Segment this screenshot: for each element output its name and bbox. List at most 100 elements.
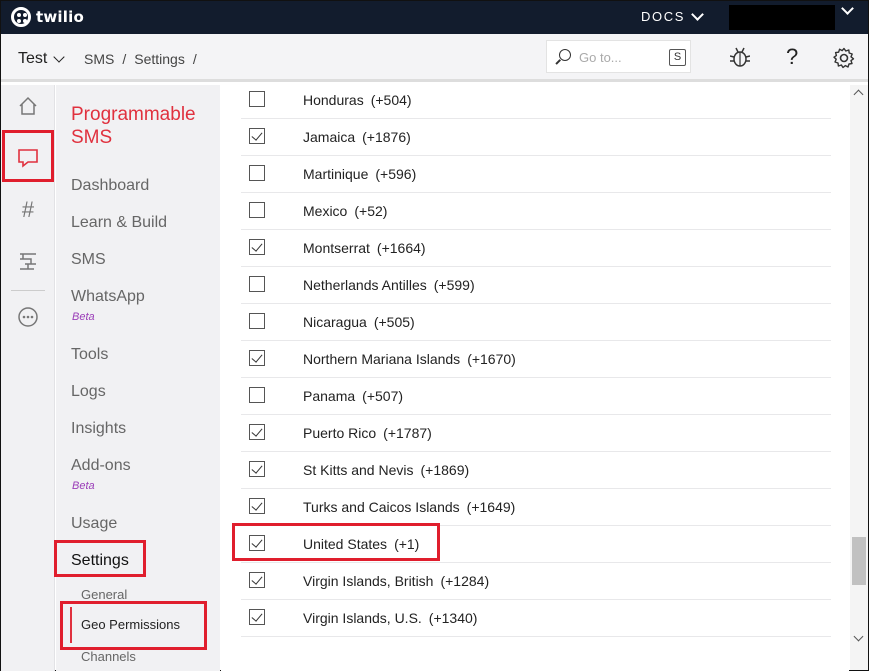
country-row[interactable]: Martinique (+596) — [241, 156, 831, 193]
country-checkbox[interactable] — [249, 461, 265, 477]
country-checkbox[interactable] — [249, 91, 265, 107]
menu-item-add-ons[interactable]: Add-ons — [71, 457, 131, 475]
country-row[interactable]: Puerto Rico (+1787) — [241, 415, 831, 452]
country-row[interactable]: Mexico (+52) — [241, 193, 831, 230]
home-icon[interactable] — [15, 93, 41, 119]
gear-icon[interactable] — [833, 47, 855, 69]
country-checkbox[interactable] — [249, 165, 265, 181]
country-name: Mexico — [303, 203, 348, 219]
breadcrumb-sms[interactable]: SMS — [84, 51, 114, 67]
country-checkbox[interactable] — [249, 572, 265, 588]
top-bar: twilio DOCS — [1, 1, 868, 34]
country-row[interactable]: Nicaragua (+505) — [241, 304, 831, 341]
search-shortcut-key: S — [669, 49, 686, 66]
country-row[interactable]: Jamaica (+1876) — [241, 119, 831, 156]
menu-item-dashboard[interactable]: Dashboard — [71, 177, 149, 195]
country-label: Martinique (+596) — [303, 166, 416, 182]
country-name: Montserrat — [303, 240, 370, 256]
chevron-down-icon — [53, 50, 66, 63]
country-code: (+507) — [362, 388, 404, 404]
breadcrumb-settings[interactable]: Settings — [134, 51, 185, 67]
logo-text: twilio — [36, 8, 84, 26]
twilio-logo[interactable]: twilio — [11, 7, 84, 27]
country-name: Jamaica — [303, 129, 356, 145]
project-name: Test — [18, 50, 48, 67]
country-checkbox[interactable] — [249, 239, 265, 255]
country-name: Netherlands Antilles — [303, 277, 427, 293]
help-icon[interactable]: ? — [786, 44, 798, 70]
country-label: Mexico (+52) — [303, 203, 387, 219]
submenu-item-channels[interactable]: Channels — [81, 649, 136, 664]
breadcrumb: SMS / Settings / — [84, 51, 197, 67]
country-checkbox[interactable] — [249, 424, 265, 440]
menu-item-insights[interactable]: Insights — [71, 420, 126, 438]
country-code: (+1869) — [420, 462, 470, 478]
country-checkbox[interactable] — [249, 387, 265, 403]
country-name: St Kitts and Nevis — [303, 462, 414, 478]
menu-item-tools[interactable]: Tools — [71, 346, 108, 364]
country-name: Turks and Caicos Islands — [303, 499, 460, 515]
country-code: (+505) — [373, 314, 415, 330]
country-row[interactable]: Panama (+507) — [241, 378, 831, 415]
country-row[interactable]: Honduras (+504) — [241, 85, 831, 119]
account-name-redacted[interactable] — [729, 5, 835, 30]
bug-icon[interactable] — [730, 47, 750, 69]
menu-item-learn-build[interactable]: Learn & Build — [71, 214, 167, 232]
country-row[interactable]: Turks and Caicos Islands (+1649) — [241, 489, 831, 526]
docs-menu[interactable]: DOCS — [641, 7, 704, 24]
country-code: (+1787) — [383, 425, 432, 441]
country-row[interactable]: Virgin Islands, British (+1284) — [241, 563, 831, 600]
country-label: Turks and Caicos Islands (+1649) — [303, 499, 515, 515]
country-code: (+1284) — [440, 573, 490, 589]
more-icon[interactable] — [15, 304, 41, 330]
country-code: (+1649) — [466, 499, 516, 515]
country-label: Jamaica (+1876) — [303, 129, 411, 145]
product-rail: # — [1, 85, 55, 671]
menu-item-logs[interactable]: Logs — [71, 383, 106, 401]
beta-badge: Beta — [72, 480, 95, 492]
project-switcher[interactable]: Test — [18, 50, 66, 68]
scroll-up-icon[interactable] — [853, 89, 864, 100]
account-chevron-down-icon[interactable] — [841, 2, 854, 15]
goto-search[interactable]: S — [546, 40, 691, 73]
sms-rail-highlight — [2, 130, 54, 182]
sub-header: Test SMS / Settings / S ? — [1, 34, 868, 82]
menu-item-sms[interactable]: SMS — [71, 251, 106, 269]
country-name: Nicaragua — [303, 314, 367, 330]
hash-icon[interactable]: # — [15, 197, 41, 223]
breadcrumb-separator: / — [122, 51, 127, 67]
breadcrumb-separator: / — [192, 51, 197, 67]
country-label: Northern Mariana Islands (+1670) — [303, 351, 516, 367]
country-row[interactable]: Netherlands Antilles (+599) — [241, 267, 831, 304]
country-checkbox[interactable] — [249, 609, 265, 625]
country-label: Montserrat (+1664) — [303, 240, 426, 256]
country-checkbox[interactable] — [249, 202, 265, 218]
country-code: (+1670) — [467, 351, 516, 367]
country-checkbox[interactable] — [249, 498, 265, 514]
country-checkbox[interactable] — [249, 313, 265, 329]
scroll-down-icon[interactable] — [853, 631, 864, 642]
submenu-item-general[interactable]: General — [81, 587, 127, 602]
country-checkbox[interactable] — [249, 128, 265, 144]
country-name: Martinique — [303, 166, 369, 182]
country-row[interactable]: Montserrat (+1664) — [241, 230, 831, 267]
menu-title: Programmable SMS — [71, 104, 196, 148]
docs-label: DOCS — [641, 9, 685, 24]
country-name: Virgin Islands, U.S. — [303, 610, 422, 626]
search-input[interactable] — [579, 48, 661, 66]
scrollbar-thumb[interactable] — [852, 537, 866, 585]
country-row[interactable]: St Kitts and Nevis (+1869) — [241, 452, 831, 489]
country-code: (+599) — [433, 277, 475, 293]
rail-divider — [11, 290, 45, 291]
country-checkbox[interactable] — [249, 276, 265, 292]
country-checkbox[interactable] — [249, 350, 265, 366]
scrollbar[interactable] — [850, 85, 868, 670]
country-label: Virgin Islands, British (+1284) — [303, 573, 489, 589]
flow-icon[interactable] — [15, 248, 41, 274]
geo-permissions-list: Honduras (+504) Jamaica (+1876) Martinique (+… — [221, 85, 849, 671]
country-row[interactable]: Virgin Islands, U.S. (+1340) — [241, 600, 831, 637]
country-label: Puerto Rico (+1787) — [303, 425, 432, 441]
country-row[interactable]: Northern Mariana Islands (+1670) — [241, 341, 831, 378]
menu-item-whatsapp[interactable]: WhatsApp — [71, 288, 145, 306]
menu-item-usage[interactable]: Usage — [71, 515, 117, 533]
